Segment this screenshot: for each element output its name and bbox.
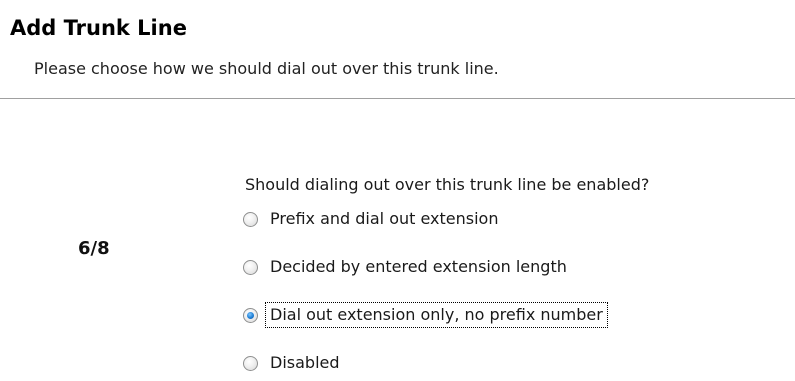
radio-button-selected[interactable] <box>243 307 258 323</box>
radio-label[interactable]: Prefix and dial out extension <box>270 209 498 229</box>
radio-label[interactable]: Dial out extension only, no prefix numbe… <box>265 302 608 328</box>
radio-button[interactable] <box>243 355 258 371</box>
radio-option-dial-out-only[interactable]: Dial out extension only, no prefix numbe… <box>243 301 763 329</box>
radio-label[interactable]: Decided by entered extension length <box>270 257 567 277</box>
radio-button[interactable] <box>243 259 258 275</box>
wizard-content <box>0 100 795 381</box>
dialout-question: Should dialing out over this trunk line … <box>245 175 650 194</box>
page-subtitle: Please choose how we should dial out ove… <box>34 59 499 78</box>
radio-option-prefix-and-dial-out[interactable]: Prefix and dial out extension <box>243 205 763 233</box>
radio-label[interactable]: Disabled <box>270 353 340 373</box>
radio-option-disabled[interactable]: Disabled <box>243 349 763 377</box>
wizard-header: Add Trunk Line Please choose how we shou… <box>0 0 795 98</box>
radio-option-decided-by-length[interactable]: Decided by entered extension length <box>243 253 763 281</box>
radio-button[interactable] <box>243 211 258 227</box>
page-title: Add Trunk Line <box>10 16 187 40</box>
step-indicator: 6/8 <box>78 238 110 259</box>
